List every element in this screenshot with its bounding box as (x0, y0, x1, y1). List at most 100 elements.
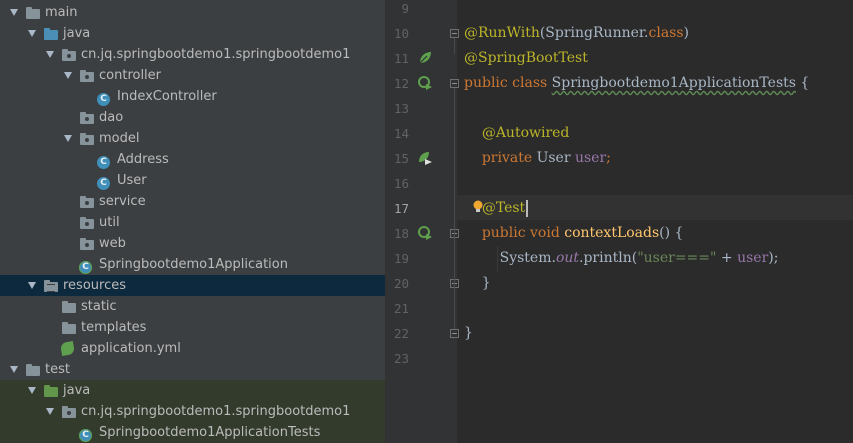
tree-item-label: templates (81, 320, 147, 335)
code-line: @RunWith(SpringRunner.class) (464, 21, 689, 46)
tree-item-controller[interactable]: controller (0, 65, 385, 86)
code-line: System.out.println("user===" + user); (464, 246, 779, 271)
tree-item-static[interactable]: static (0, 296, 385, 317)
package-icon (79, 69, 95, 83)
tree-item-springbootdemo1application[interactable]: C Springbootdemo1Application (0, 254, 385, 275)
tree-item-service[interactable]: service (0, 191, 385, 212)
tree-item-label: java (63, 383, 91, 398)
code-token: @Test (481, 200, 526, 216)
expand-arrow-icon[interactable] (27, 386, 36, 395)
package-icon (61, 48, 77, 62)
tree-item-java[interactable]: java (0, 380, 385, 401)
code-token: user (737, 250, 769, 266)
package-icon (79, 132, 95, 146)
tree-item-label: cn.jq.springbootdemo1.springbootdemo1 (81, 404, 351, 419)
expand-arrow-icon[interactable] (27, 29, 36, 38)
run-test-class-icon[interactable] (417, 75, 433, 91)
tree-item-cn-jq-springbootdemo1-springbootdemo1[interactable]: cn.jq.springbootdemo1.springbootdemo1 (0, 401, 385, 422)
tree-item-java[interactable]: java (0, 23, 385, 44)
tree-item-model[interactable]: model (0, 128, 385, 149)
code-token: @SpringBootTest (464, 50, 588, 66)
tree-item-templates[interactable]: templates (0, 317, 385, 338)
line-number: 22 (393, 326, 409, 341)
fold-line (454, 238, 455, 279)
fold-line (454, 88, 455, 329)
fold-end-marker-icon[interactable] (450, 329, 459, 338)
code-token: class (648, 25, 684, 41)
class-icon: C (97, 174, 113, 190)
tree-item-main[interactable]: main (0, 2, 385, 23)
tree-item-label: User (117, 173, 147, 188)
package-icon (61, 405, 77, 419)
code-line: } (464, 271, 491, 296)
fold-marker-icon[interactable] (450, 29, 459, 38)
package-icon (79, 216, 95, 230)
tree-item-user[interactable]: C User (0, 170, 385, 191)
line-number: 13 (393, 101, 409, 116)
code-editor[interactable]: @RunWith(SpringRunner.class) @SpringBootT… (457, 0, 853, 443)
tree-item-label: util (99, 215, 120, 230)
spring-yml-icon (59, 340, 77, 356)
expand-arrow-icon[interactable] (45, 50, 54, 59)
line-number: 11 (393, 51, 409, 66)
line-number: 12 (393, 76, 409, 91)
tree-item-label: Springbootdemo1ApplicationTests (99, 425, 321, 440)
line-number: 21 (393, 301, 409, 316)
expand-arrow-icon[interactable] (63, 134, 72, 143)
expand-arrow-icon[interactable] (45, 407, 54, 416)
line-number: 10 (393, 26, 409, 41)
tree-item-web[interactable]: web (0, 233, 385, 254)
resources-folder-icon (43, 279, 59, 293)
code-token: public void (481, 225, 565, 241)
code-line: } (464, 321, 473, 346)
autowired-navigate-icon[interactable] (417, 150, 433, 166)
tree-item-test[interactable]: test (0, 359, 385, 380)
expand-arrow-icon[interactable] (27, 281, 36, 290)
lightbulb-icon[interactable] (470, 199, 486, 215)
fold-marker-icon[interactable] (450, 79, 459, 88)
code-token: (SpringRunner. (539, 25, 649, 41)
code-token: System. (464, 250, 556, 266)
folder-icon (25, 363, 41, 377)
expand-arrow-icon[interactable] (63, 71, 72, 80)
package-icon (79, 195, 95, 209)
code-token: { (795, 75, 810, 91)
text-caret (526, 199, 529, 217)
tree-item-dao[interactable]: dao (0, 107, 385, 128)
tree-item-address[interactable]: C Address (0, 149, 385, 170)
folder-icon (61, 321, 77, 335)
code-token: "user===" (637, 250, 717, 266)
tree-item-indexcontroller[interactable]: C IndexController (0, 86, 385, 107)
code-token: () { (659, 225, 684, 241)
tree-item-label: application.yml (81, 341, 181, 356)
spring-class-icon: C (79, 426, 95, 442)
code-token: @Autowired (481, 125, 570, 141)
code-token: ); (768, 250, 779, 266)
class-icon: C (97, 90, 113, 106)
tree-item-cn-jq-springbootdemo1-springbootdemo1[interactable]: cn.jq.springbootdemo1.springbootdemo1 (0, 44, 385, 65)
test-folder-icon (43, 384, 59, 398)
code-line: public class Springbootdemo1ApplicationT… (464, 71, 809, 96)
line-number: 9 (401, 1, 409, 16)
code-token: User (536, 150, 575, 166)
tree-item-resources[interactable]: resources (0, 275, 385, 296)
code-token: } (464, 325, 473, 341)
line-number: 20 (393, 276, 409, 291)
tree-item-label: model (99, 131, 140, 146)
tree-item-label: IndexController (117, 89, 217, 104)
line-number: 15 (393, 151, 409, 166)
expand-arrow-icon[interactable] (9, 365, 18, 374)
tree-item-label: Springbootdemo1Application (99, 257, 288, 272)
tree-item-label: Address (117, 152, 169, 167)
project-tree-panel: main java cn.jq.springbootdemo1.springboot… (0, 0, 385, 443)
run-test-method-icon[interactable] (417, 225, 433, 241)
tree-item-label: cn.jq.springbootdemo1.springbootdemo1 (81, 47, 351, 62)
code-token: public class (464, 75, 552, 91)
spring-leaf-icon[interactable] (417, 50, 433, 66)
tree-item-springbootdemo1applicationtests[interactable]: C Springbootdemo1ApplicationTests (0, 422, 385, 443)
expand-arrow-icon[interactable] (9, 8, 18, 17)
tree-item-util[interactable]: util (0, 212, 385, 233)
tree-item-application-yml[interactable]: application.yml (0, 338, 385, 359)
line-number: 23 (393, 351, 409, 366)
